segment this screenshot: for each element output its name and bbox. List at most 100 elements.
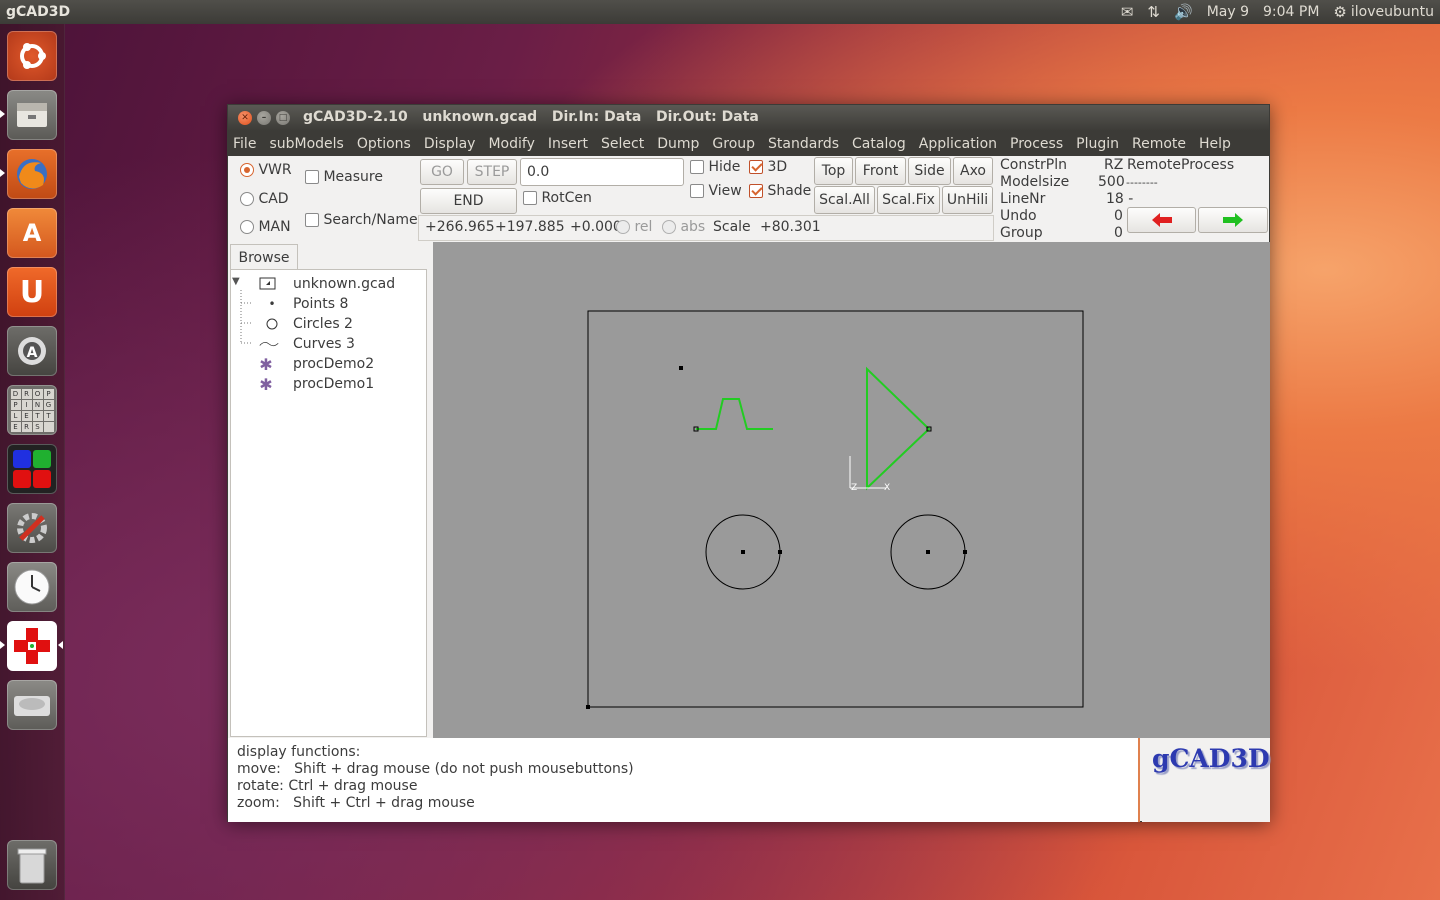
menu-dump[interactable]: Dump [657,136,699,152]
system-settings-icon[interactable] [7,503,57,553]
menu-group[interactable]: Group [712,136,755,152]
expander-triangle-icon[interactable]: ▼ [232,276,240,287]
view-label: View [708,183,742,199]
menu-insert[interactable]: Insert [548,136,588,152]
firefox-icon[interactable] [7,149,57,199]
active-indicator [58,641,63,649]
green-triangle-curve [866,366,931,491]
window-titlebar[interactable]: ✕ – □ gCAD3D-2.10 unknown.gcad Dir.In: D… [228,105,1269,131]
scale-fix-button[interactable]: Scal.Fix [877,186,940,214]
view-top-button[interactable]: Top [814,157,853,185]
tree-item-curves[interactable]: Curves 3 [231,334,426,354]
abs-label: abs [680,219,706,235]
end-button[interactable]: END [420,188,517,214]
menu-plugin[interactable]: Plugin [1076,136,1119,152]
menu-file[interactable]: File [233,136,256,152]
step-button[interactable]: STEP [467,159,517,185]
threed-checkbox[interactable]: 3D [749,159,787,175]
mode-cad-radio[interactable]: CAD [240,191,289,207]
menu-catalog[interactable]: Catalog [852,136,906,152]
shade-checkbox[interactable]: Shade [749,183,811,199]
circle-icon [266,318,278,330]
radio-indicator [240,220,254,234]
menu-submodels[interactable]: subModels [269,136,343,152]
menu-help[interactable]: Help [1199,136,1231,152]
ubuntu-dash-icon[interactable] [7,31,57,81]
coord-x: +266.965 [425,219,495,235]
undo-back-button[interactable] [1127,207,1196,233]
software-center-icon[interactable]: A [7,208,57,258]
unhili-button[interactable]: UnHili [942,186,993,214]
tree-item-label: Circles 2 [293,316,353,332]
mode-vwr-radio[interactable]: VWR [240,162,292,178]
toolbar: VWR CAD MAN Measure Search/Name GO STEP … [228,156,1269,242]
abs-radio[interactable]: abs [662,219,705,235]
minimize-icon[interactable]: – [257,111,271,125]
view-checkbox[interactable]: View [690,183,742,199]
mode-man-radio[interactable]: MAN [240,219,291,235]
clock-icon[interactable] [7,562,57,612]
tree-item-procdemo2[interactable]: ✱ procDemo2 [231,354,426,374]
view-axo-button[interactable]: Axo [953,157,993,185]
radio-indicator [662,220,676,234]
network-icon[interactable]: ⇅ [1147,3,1160,21]
disk-drive-icon[interactable] [7,680,57,730]
menu-modify[interactable]: Modify [488,136,534,152]
tree-item-label: procDemo1 [293,376,375,392]
time-label[interactable]: 9:04 PM [1263,4,1319,20]
launcher: A U A DROPPINGLETTERS [0,24,65,900]
rotcen-checkbox[interactable]: RotCen [523,190,592,206]
go-button[interactable]: GO [420,159,464,185]
scale-all-button[interactable]: Scal.All [814,186,875,214]
user-label[interactable]: iloveubuntu [1351,4,1434,20]
color-app-icon[interactable] [7,444,57,494]
checkbox-box [305,213,319,227]
menu-select[interactable]: Select [601,136,644,152]
search-name-checkbox[interactable]: Search/Name [305,212,418,228]
value-input[interactable]: 0.0 [520,158,684,186]
drawing-canvas[interactable]: Z X [433,242,1270,738]
close-icon[interactable]: ✕ [238,111,252,125]
gcad3d-icon[interactable] [7,621,57,671]
update-manager-icon[interactable]: A [7,326,57,376]
tree-item-points[interactable]: • Points 8 [231,294,426,314]
menu-options[interactable]: Options [357,136,411,152]
measure-label: Measure [323,169,383,185]
tree-root-row[interactable]: ▼ unknown.gcad [231,274,426,294]
menu-display[interactable]: Display [424,136,476,152]
view-front-button[interactable]: Front [855,157,906,185]
menu-process[interactable]: Process [1010,136,1063,152]
menu-standards[interactable]: Standards [768,136,839,152]
letter-tile: P [43,388,54,399]
view-side-button[interactable]: Side [908,157,951,185]
coord-row: +266.965 +197.885 +0.000 rel abs Scale +… [418,215,994,241]
rel-radio[interactable]: rel [616,219,652,235]
tree-item-procdemo1[interactable]: ✱ procDemo1 [231,374,426,394]
menu-remote[interactable]: Remote [1132,136,1186,152]
measure-checkbox[interactable]: Measure [305,169,383,185]
settings-gear-icon[interactable]: ⚙ [1333,3,1346,21]
mode-vwr-label: VWR [258,162,292,178]
volume-icon[interactable]: 🔊 [1174,3,1193,21]
circle-left-center [741,550,745,554]
running-indicator [0,169,5,177]
tree-item-circles[interactable]: Circles 2 [231,314,426,334]
menu-application[interactable]: Application [919,136,997,152]
title-dir-out: Dir.Out: Data [655,109,759,125]
arrow-left-icon [1151,213,1172,227]
ubuntu-one-icon[interactable]: U [7,267,57,317]
redo-forward-button[interactable] [1198,207,1268,233]
message-line: display functions: [237,744,361,760]
point-icon: • [268,297,276,311]
constrpln-value: RZ [1104,157,1124,173]
maximize-icon[interactable]: □ [276,111,290,125]
canvas-svg: Z X [586,310,1084,709]
hide-checkbox[interactable]: Hide [690,159,740,175]
point-marker [679,366,683,370]
date-label[interactable]: May 9 [1207,4,1249,20]
mail-icon[interactable]: ✉ [1121,3,1134,21]
tab-browse[interactable]: Browse [230,244,298,270]
trash-icon[interactable] [7,840,57,890]
letter-game-icon[interactable]: DROPPINGLETTERS [7,385,57,435]
file-manager-icon[interactable] [7,90,57,140]
